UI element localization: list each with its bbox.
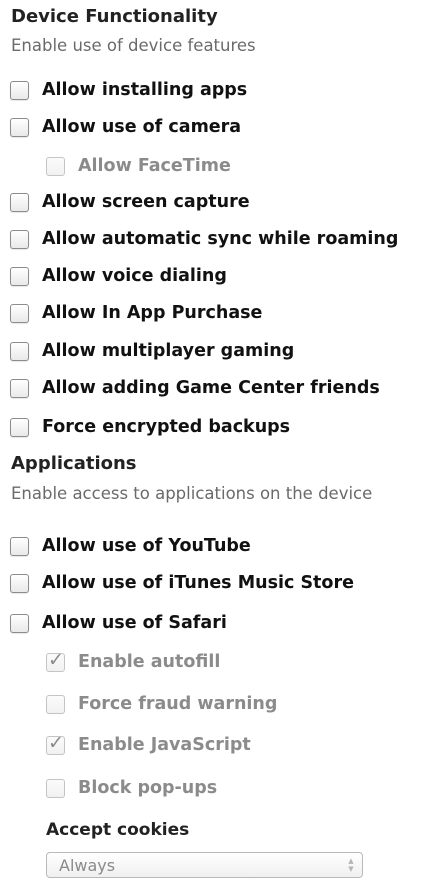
checkbox-label: Allow voice dialing [42, 266, 227, 286]
checkbox-allow-in-app-purchase[interactable]: Allow In App Purchase [10, 300, 262, 326]
checkbox-force-fraud-warning: Force fraud warning [46, 691, 277, 717]
accept-cookies-label: Accept cookies [46, 820, 190, 840]
accept-cookies-select[interactable]: Always ▲ ▼ [46, 852, 363, 878]
checkbox-label: Allow multiplayer gaming [42, 341, 295, 361]
checkbox-label: Force encrypted backups [42, 417, 291, 437]
checkbox-box[interactable] [10, 536, 29, 556]
checkbox-box[interactable] [10, 417, 29, 437]
section-subtitle-device-functionality: Enable use of device features [11, 36, 256, 55]
checkbox-allow-multiplayer-gaming[interactable]: Allow multiplayer gaming [10, 338, 294, 364]
checkbox-box[interactable] [10, 303, 29, 323]
checkmark-icon: ✓ [48, 731, 64, 754]
checkbox-label: Allow use of iTunes Music Store [42, 573, 354, 593]
checkbox-block-pop-ups: Block pop-ups [46, 775, 217, 801]
checkbox-allow-use-of-youtube[interactable]: Allow use of YouTube [10, 533, 251, 559]
checkbox-box: ✓ [46, 732, 65, 755]
checkbox-allow-installing-apps[interactable]: Allow installing apps [10, 77, 247, 103]
checkbox-allow-voice-dialing[interactable]: Allow voice dialing [10, 263, 227, 289]
checkbox-box[interactable] [10, 229, 29, 249]
section-subtitle-applications: Enable access to applications on the dev… [11, 484, 373, 503]
checkbox-allow-automatic-sync-while-roaming[interactable]: Allow automatic sync while roaming [10, 226, 398, 252]
checkmark-icon: ✓ [48, 648, 64, 671]
checkbox-box [46, 694, 65, 714]
select-arrows-icon: ▲ ▼ [348, 857, 354, 873]
checkbox-label: Allow use of Safari [42, 613, 227, 633]
checkbox-label: Allow installing apps [42, 80, 248, 100]
checkbox-label: Allow screen capture [42, 192, 250, 212]
checkbox-label: Force fraud warning [78, 694, 278, 714]
checkbox-label: Allow use of YouTube [42, 536, 251, 556]
checkbox-allow-use-of-safari[interactable]: Allow use of Safari [10, 610, 227, 636]
checkbox-box: ✓ [46, 649, 65, 672]
checkbox-box[interactable] [10, 80, 29, 100]
section-title-device-functionality: Device Functionality [11, 6, 218, 27]
checkbox-box [46, 156, 65, 176]
checkbox-label: Allow adding Game Center friends [42, 378, 380, 398]
checkbox-force-encrypted-backups[interactable]: Force encrypted backups [10, 414, 290, 440]
checkbox-box[interactable] [10, 192, 29, 212]
checkbox-label: Enable JavaScript [78, 735, 251, 755]
checkbox-enable-javascript: ✓ Enable JavaScript [46, 732, 251, 758]
checkbox-box[interactable] [10, 573, 29, 593]
checkbox-allow-facetime: Allow FaceTime [46, 153, 231, 179]
checkbox-enable-autofill: ✓ Enable autofill [46, 649, 220, 675]
checkbox-box[interactable] [10, 613, 29, 633]
checkbox-label: Block pop-ups [78, 778, 218, 798]
checkbox-box[interactable] [10, 341, 29, 361]
checkbox-label: Allow automatic sync while roaming [42, 229, 399, 249]
accept-cookies-value: Always [59, 855, 116, 875]
checkbox-label: Allow In App Purchase [42, 303, 263, 323]
checkbox-label: Enable autofill [78, 652, 221, 672]
checkbox-box[interactable] [10, 117, 29, 137]
checkbox-label: Allow use of camera [42, 117, 242, 137]
checkbox-box [46, 778, 65, 798]
section-title-applications: Applications [11, 453, 137, 474]
checkbox-box[interactable] [10, 266, 29, 286]
checkbox-allow-use-of-camera[interactable]: Allow use of camera [10, 114, 241, 140]
checkbox-allow-adding-game-center-friends[interactable]: Allow adding Game Center friends [10, 375, 380, 401]
checkbox-label: Allow FaceTime [78, 156, 231, 176]
checkbox-box[interactable] [10, 378, 29, 398]
checkbox-allow-screen-capture[interactable]: Allow screen capture [10, 189, 250, 215]
checkbox-allow-use-of-itunes-music-store[interactable]: Allow use of iTunes Music Store [10, 570, 354, 596]
